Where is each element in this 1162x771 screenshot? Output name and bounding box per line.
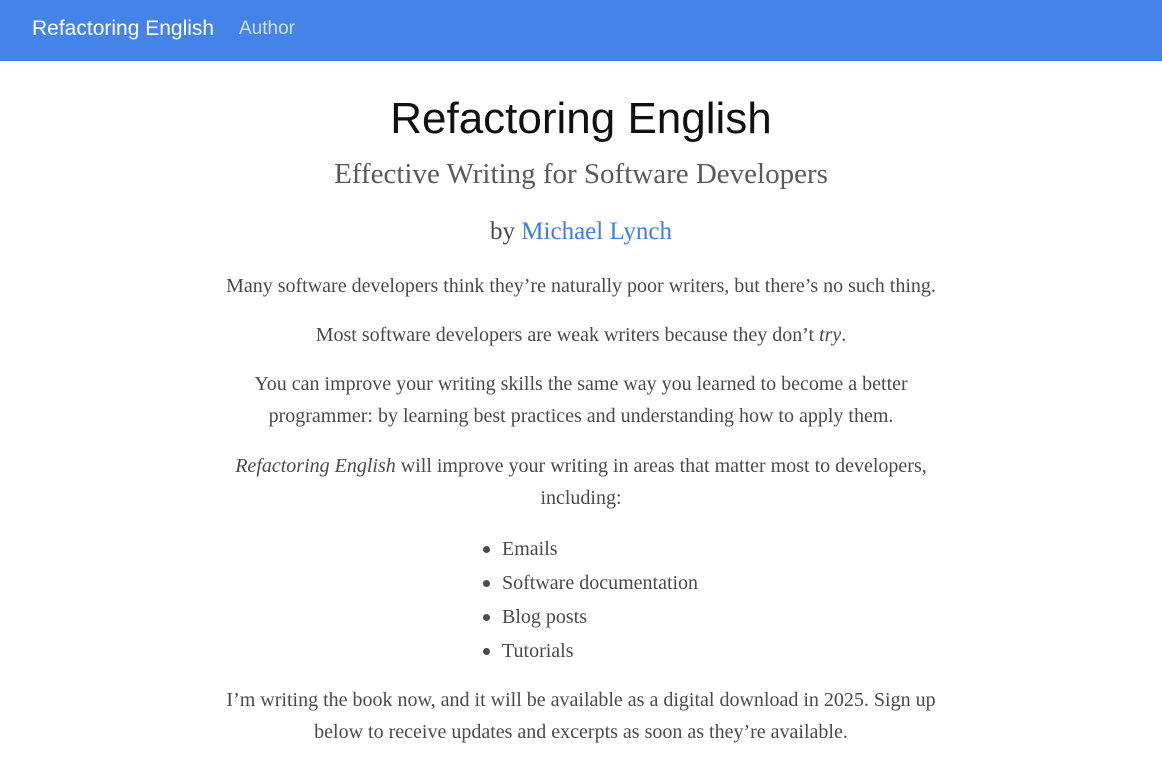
topics-list: Emails Software documentation Blog posts… <box>483 534 698 670</box>
page-title: Refactoring English <box>390 94 772 143</box>
nav-link-author[interactable]: Author <box>239 18 295 40</box>
list-item: Emails <box>483 534 698 568</box>
author-link[interactable]: Michael Lynch <box>521 218 672 245</box>
list-item-label: Tutorials <box>502 640 574 662</box>
page-subtitle: Effective Writing for Software Developer… <box>334 158 828 190</box>
bullet-icon <box>483 614 490 621</box>
paragraph-1: Many software developers think they’re n… <box>226 275 936 297</box>
paragraph-2-emphasis: try <box>819 324 842 346</box>
list-item-label: Emails <box>502 538 558 560</box>
paragraph-4: Refactoring English will improve your wr… <box>200 450 962 514</box>
list-item-label: Software documentation <box>502 572 699 594</box>
book-title-emphasis: Refactoring English <box>235 455 396 477</box>
bullet-icon <box>483 648 490 655</box>
bullet-icon <box>483 580 490 587</box>
paragraph-2-end: . <box>841 324 847 346</box>
list-item-label: Blog posts <box>502 606 588 628</box>
paragraph-2-text: Most software developers are weak writer… <box>315 324 820 346</box>
paragraph-3: You can improve your writing skills the … <box>254 373 908 427</box>
paragraph-2: Most software developers are weak writer… <box>200 319 962 351</box>
byline-prefix: by <box>490 218 516 245</box>
list-item: Blog posts <box>483 602 698 636</box>
paragraph-4-text: will improve your writing in areas that … <box>395 455 927 509</box>
list-item: Tutorials <box>483 636 698 670</box>
byline: by Michael Lynch <box>0 217 1162 247</box>
bullet-icon <box>483 546 490 553</box>
navbar: Refactoring English Author <box>0 0 1162 61</box>
paragraph-5: I’m writing the book now, and it will be… <box>226 689 936 743</box>
brand-link[interactable]: Refactoring English <box>32 17 214 41</box>
list-item: Software documentation <box>483 568 698 602</box>
